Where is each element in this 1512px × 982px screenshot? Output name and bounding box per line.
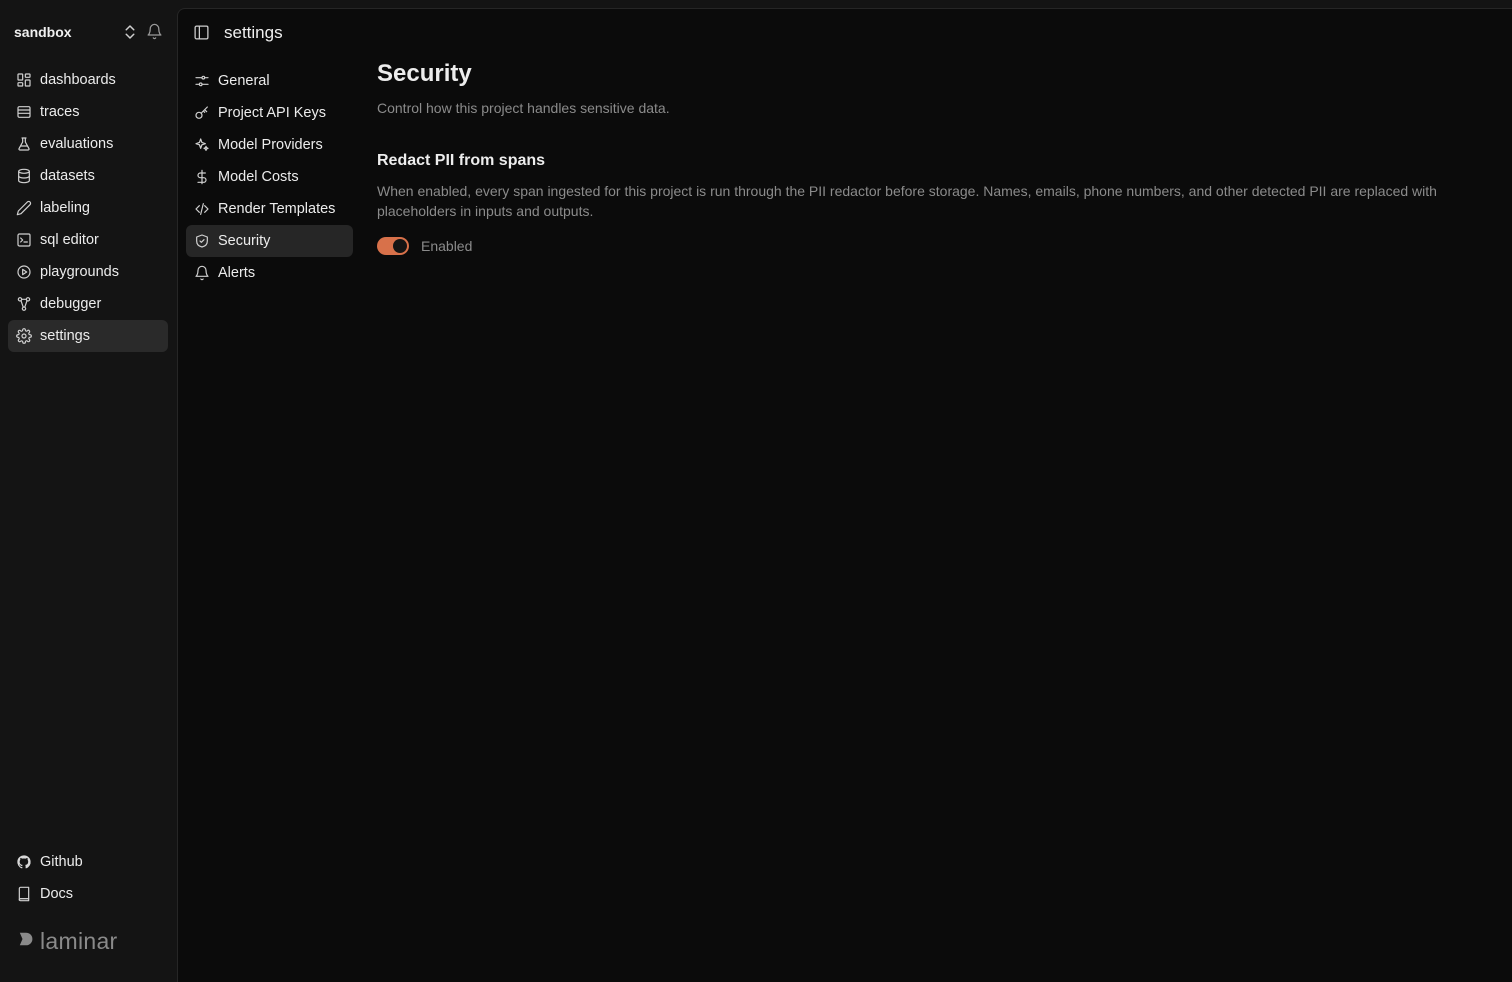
main-panel: settings General Project API Keys Model … (177, 8, 1512, 982)
settings-tab-label: Model Costs (218, 169, 299, 185)
book-icon (16, 886, 32, 902)
settings-tab-render-templates[interactable]: Render Templates (186, 193, 353, 225)
key-icon (194, 105, 210, 121)
sidebar-bottom-links: Github Docs (8, 846, 168, 910)
play-icon (16, 264, 32, 280)
github-icon (16, 854, 32, 870)
toggle-status-label: Enabled (421, 238, 473, 254)
table-icon (16, 104, 32, 120)
settings-tab-model-providers[interactable]: Model Providers (186, 129, 353, 161)
settings-tab-label: Security (218, 233, 271, 249)
settings-tab-api-keys[interactable]: Project API Keys (186, 97, 353, 129)
docs-link[interactable]: Docs (8, 878, 168, 910)
page-title: settings (224, 23, 283, 42)
nav-item-debugger[interactable]: debugger (8, 288, 168, 320)
pii-redaction-toggle[interactable] (377, 237, 409, 255)
terminal-icon (16, 232, 32, 248)
pen-icon (16, 200, 32, 216)
nav-item-playgrounds[interactable]: playgrounds (8, 256, 168, 288)
dashboard-icon (16, 72, 32, 88)
main-nav: dashboards traces evaluations datasets l… (8, 64, 168, 352)
nav-label: labeling (40, 200, 90, 216)
pii-redaction-description: When enabled, every span ingested for th… (377, 183, 1437, 219)
nav-item-evaluations[interactable]: evaluations (8, 128, 168, 160)
settings-tab-label: Model Providers (218, 137, 323, 153)
nav-label: evaluations (40, 136, 114, 152)
toggle-knob (393, 239, 407, 253)
sparkles-icon (194, 137, 210, 153)
project-selector[interactable]: sandbox (0, 14, 177, 50)
github-label: Github (40, 854, 83, 870)
settings-tab-model-costs[interactable]: Model Costs (186, 161, 353, 193)
section-heading: Security (377, 60, 472, 87)
nav-item-labeling[interactable]: labeling (8, 192, 168, 224)
app-root: sandbox dashboards traces evaluations da… (0, 0, 1512, 982)
nav-label: datasets (40, 168, 95, 184)
logo-text: laminar (40, 927, 118, 954)
settings-tab-label: Project API Keys (218, 105, 326, 121)
gear-icon (16, 328, 32, 344)
security-settings: Security Control how this project handle… (377, 57, 1487, 255)
nav-label: debugger (40, 296, 102, 312)
pii-redaction-title: Redact PII from spans (377, 152, 546, 169)
topbar: settings (178, 9, 1512, 57)
chevron-up-down-icon[interactable] (121, 23, 139, 41)
laminar-logo: laminar (18, 926, 118, 956)
laminar-logo-icon (18, 930, 36, 953)
github-link[interactable]: Github (8, 846, 168, 878)
code-icon (194, 201, 210, 217)
nav-item-traces[interactable]: traces (8, 96, 168, 128)
nav-label: dashboards (40, 72, 116, 88)
pii-toggle-row: Enabled (377, 237, 1487, 255)
nav-item-datasets[interactable]: datasets (8, 160, 168, 192)
notifications-bell-icon[interactable] (146, 23, 164, 41)
docs-label: Docs (40, 886, 74, 902)
nav-label: traces (40, 104, 80, 120)
bell-icon (194, 265, 210, 281)
shield-icon (194, 233, 210, 249)
database-icon (16, 168, 32, 184)
section-subtitle: Control how this project handles sensiti… (377, 100, 670, 116)
settings-tab-general[interactable]: General (186, 65, 353, 97)
sliders-icon (194, 73, 210, 89)
settings-tab-label: Render Templates (218, 201, 336, 217)
nav-item-dashboards[interactable]: dashboards (8, 64, 168, 96)
flask-icon (16, 136, 32, 152)
settings-nav: General Project API Keys Model Providers… (186, 65, 353, 289)
nav-label: sql editor (40, 232, 99, 248)
sidebar-toggle-icon[interactable] (193, 24, 211, 42)
nav-label: settings (40, 328, 90, 344)
settings-tab-label: Alerts (218, 265, 256, 281)
nav-item-sql-editor[interactable]: sql editor (8, 224, 168, 256)
graph-icon (16, 296, 32, 312)
sidebar: sandbox dashboards traces evaluations da… (0, 0, 177, 982)
nav-label: playgrounds (40, 264, 119, 280)
settings-tab-alerts[interactable]: Alerts (186, 257, 353, 289)
dollar-icon (194, 169, 210, 185)
project-name: sandbox (14, 24, 72, 40)
nav-item-settings[interactable]: settings (8, 320, 168, 352)
settings-tab-label: General (218, 73, 270, 89)
settings-tab-security[interactable]: Security (186, 225, 353, 257)
